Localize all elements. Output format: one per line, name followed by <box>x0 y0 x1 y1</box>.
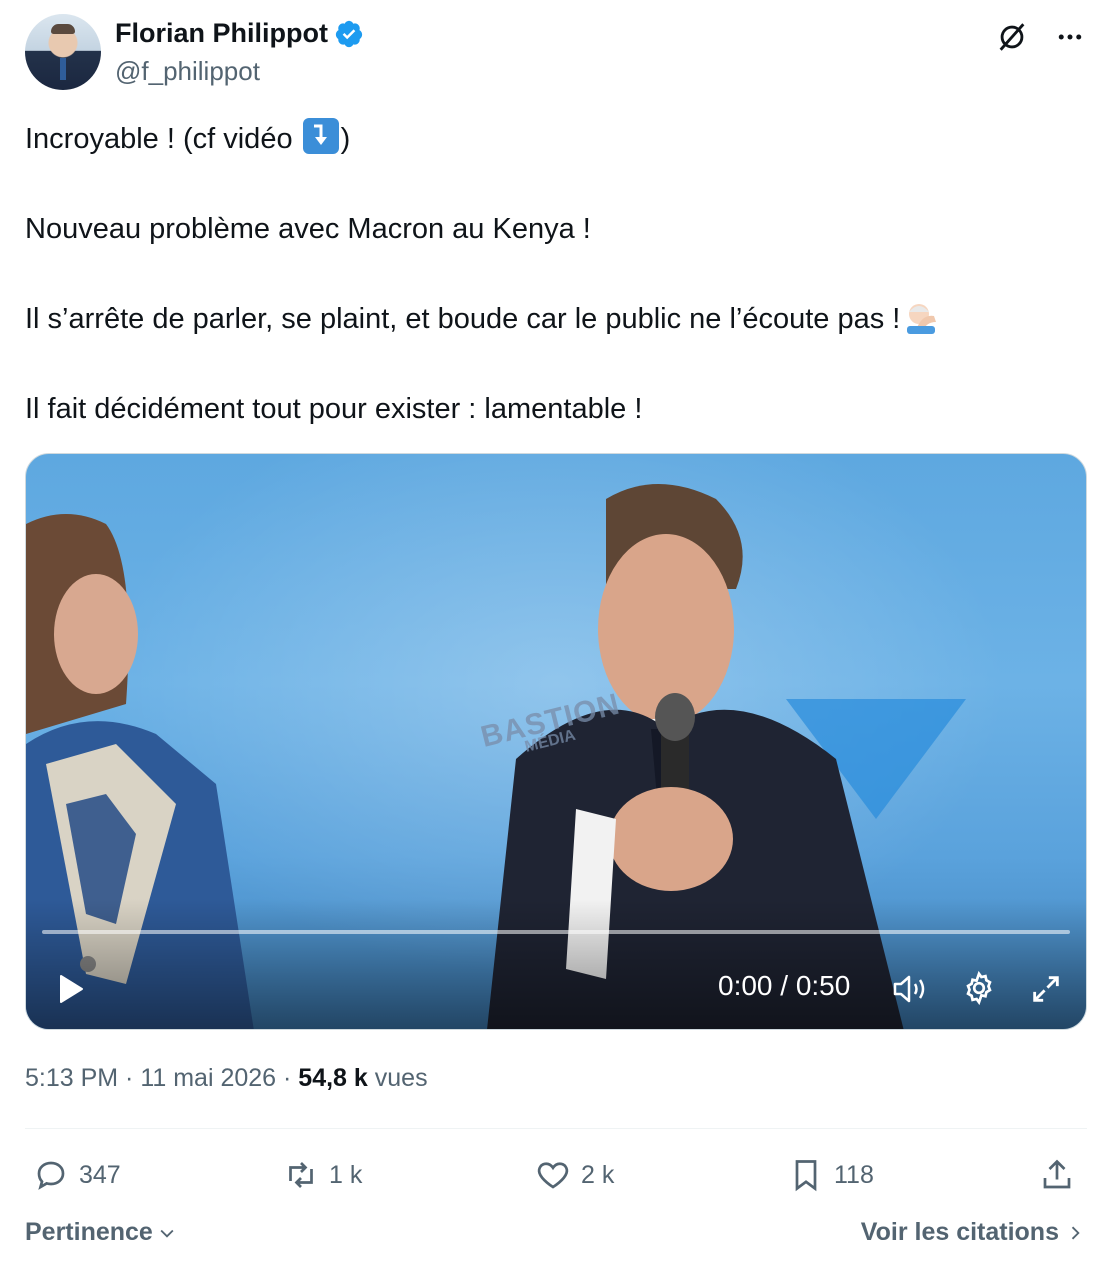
tweet-line-4: Il fait décidément tout pour exister : l… <box>25 393 643 425</box>
tweet-line-1-text: Incroyable ! (cf vidéo <box>25 123 301 155</box>
chevron-right-icon <box>1071 1226 1080 1239</box>
grok-icon[interactable] <box>995 20 1029 54</box>
share-button[interactable] <box>1039 1150 1075 1200</box>
tweet-meta: 5:13 PM · 11 mai 2026 · 54,8 k vues <box>25 1064 428 1093</box>
tweet-text: Incroyable ! (cf vidéo ) Nouveau problèm… <box>25 118 1087 479</box>
reply-count: 347 <box>79 1160 121 1189</box>
repost-count: 1 k <box>329 1160 363 1189</box>
chevron-down-icon <box>160 1229 174 1238</box>
top-actions <box>995 20 1087 54</box>
bookmark-button[interactable]: 118 <box>788 1150 874 1200</box>
author-name-row: Florian Philippot <box>115 18 364 49</box>
reply-icon <box>37 1161 65 1190</box>
author-name[interactable]: Florian Philippot <box>115 18 328 49</box>
more-options-icon[interactable] <box>1053 20 1087 54</box>
reply-button[interactable]: 347 <box>33 1150 121 1200</box>
tweet-time[interactable]: 5:13 PM <box>25 1064 118 1092</box>
video-time: 0:00 / 0:50 <box>718 970 851 1001</box>
bookmark-icon <box>795 1160 817 1192</box>
avatar-tie <box>60 58 66 80</box>
meta-separator: · <box>118 1064 141 1092</box>
arrow-down-right-emoji-icon <box>302 118 339 154</box>
author-handle[interactable]: @f_philippot <box>115 56 260 87</box>
like-button[interactable]: 2 k <box>535 1150 614 1200</box>
tweet-line-3-text: Il s’arrête de parler, se plaint, et bou… <box>25 303 901 335</box>
video-progress-bar[interactable] <box>42 930 1070 934</box>
tweet-line-1: Incroyable ! (cf vidéo ) <box>25 118 1087 159</box>
play-icon[interactable] <box>56 972 86 1006</box>
views-count: 54,8 k <box>298 1064 368 1092</box>
controls-shade <box>26 899 1086 1029</box>
meta-separator: · <box>276 1064 299 1092</box>
bookmark-count: 118 <box>834 1160 874 1189</box>
tweet-line-2: Nouveau problème avec Macron au Kenya ! <box>25 213 591 245</box>
quotes-label: Voir les citations <box>860 1218 1059 1246</box>
heart-icon <box>537 1162 569 1189</box>
tweet-line-3: Il s’arrête de parler, se plaint, et bou… <box>25 299 1087 339</box>
divider <box>25 1128 1087 1129</box>
views-label: vues <box>367 1064 428 1092</box>
repost-icon <box>289 1162 313 1188</box>
settings-gear-icon[interactable] <box>961 970 997 1006</box>
view-quotes-link[interactable]: Voir les citations <box>861 1218 1085 1247</box>
video-player[interactable]: BASTION MÉDIA 0:00 / 0:50 <box>25 453 1087 1030</box>
like-count: 2 k <box>581 1160 615 1189</box>
avatar[interactable] <box>25 14 101 90</box>
tweet-date[interactable]: 11 mai 2026 <box>140 1064 276 1092</box>
fullscreen-expand-icon[interactable] <box>1029 972 1063 1006</box>
tweet-actions: 347 1 k 2 k 118 <box>25 1150 1087 1200</box>
tweet-header: Florian Philippot @f_philippot <box>25 14 1087 94</box>
share-icon <box>1043 1159 1071 1189</box>
sort-label: Pertinence <box>25 1218 153 1246</box>
avatar-hair <box>51 24 75 34</box>
volume-icon[interactable] <box>891 972 929 1006</box>
verified-badge-icon <box>335 20 363 47</box>
tweet-line-1-close: ) <box>340 123 351 155</box>
sort-dropdown[interactable]: Pertinence <box>25 1218 177 1247</box>
facepalm-emoji-icon <box>907 304 937 334</box>
repost-button[interactable]: 1 k <box>283 1150 362 1200</box>
